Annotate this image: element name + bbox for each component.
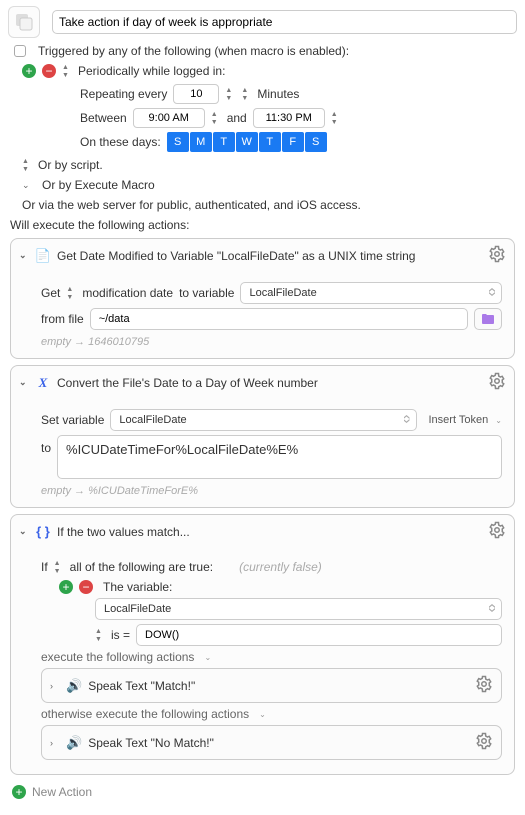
then-disclosure[interactable]: ⌄	[204, 653, 211, 662]
action-if-match: ⌄ { } If the two values match... If all …	[10, 514, 515, 775]
add-condition-button[interactable]: +	[59, 580, 73, 594]
will-execute-label: Will execute the following actions:	[10, 218, 517, 232]
else-disclosure[interactable]: ⌄	[259, 710, 266, 719]
from-file-label: from file	[41, 312, 84, 326]
day-tue[interactable]: T	[213, 132, 235, 152]
repeat-value-input[interactable]	[173, 84, 219, 104]
between-end-stepper[interactable]	[331, 109, 341, 127]
variable-select-2[interactable]: LocalFileDate	[110, 409, 416, 431]
execute-then-label: execute the following actions	[41, 650, 194, 664]
to-variable-label: to variable	[179, 286, 234, 300]
action-convert-date: ⌄ X Convert the File's Date to a Day of …	[10, 365, 515, 508]
action3-gear-button[interactable]	[488, 521, 506, 542]
remove-trigger-button[interactable]: −	[42, 64, 56, 78]
between-end-input[interactable]	[253, 108, 325, 128]
get-type-label: modification date	[82, 286, 173, 300]
macro-title-input[interactable]	[52, 10, 517, 34]
or-by-script-label: Or by script.	[38, 158, 103, 172]
trigger-mode-label: Periodically while logged in:	[78, 64, 225, 78]
enabled-label: Triggered by any of the following (when …	[38, 44, 349, 58]
or-by-execute-disclosure[interactable]: ⌄	[22, 180, 32, 191]
and-label: and	[227, 111, 247, 125]
repeat-value-stepper[interactable]	[225, 85, 235, 103]
add-trigger-button[interactable]: +	[22, 64, 36, 78]
compare-value-input[interactable]	[136, 624, 502, 646]
repeat-unit-label: Minutes	[257, 87, 299, 101]
day-sun[interactable]: S	[167, 132, 189, 152]
variable-x-icon: X	[35, 375, 51, 391]
or-by-script-stepper[interactable]	[22, 156, 32, 174]
day-thu[interactable]: T	[259, 132, 281, 152]
insert-token-link[interactable]: Insert Token ⌄	[429, 414, 503, 426]
remove-condition-button[interactable]: −	[79, 580, 93, 594]
day-sat[interactable]: S	[305, 132, 327, 152]
execute-else-label: otherwise execute the following actions	[41, 707, 249, 721]
action3-title: If the two values match...	[57, 525, 190, 539]
action2-title: Convert the File's Date to a Day of Week…	[57, 376, 318, 390]
between-start-input[interactable]	[133, 108, 205, 128]
if-any-all-stepper[interactable]	[54, 558, 64, 576]
set-var-label: Set variable	[41, 413, 104, 427]
currently-false-label: (currently false)	[239, 560, 322, 574]
macro-icon	[8, 6, 40, 38]
choose-file-button[interactable]	[474, 308, 502, 330]
speak-match-disclosure[interactable]: ›	[50, 681, 60, 691]
is-equal-label: is =	[111, 628, 130, 642]
speak-nomatch-disclosure[interactable]: ›	[50, 738, 60, 748]
get-type-stepper[interactable]	[66, 284, 76, 302]
days-selector[interactable]: S M T W T F S	[167, 132, 327, 152]
action1-hint: empty → 1646010795	[41, 336, 502, 348]
action1-gear-button[interactable]	[488, 245, 506, 266]
the-variable-label: The variable:	[103, 580, 172, 594]
file-path-input[interactable]	[90, 308, 468, 330]
sub-action-speak-nomatch: › 🔊 Speak Text "No Match!"	[41, 725, 502, 760]
speak-match-gear[interactable]	[475, 675, 493, 696]
day-fri[interactable]: F	[282, 132, 304, 152]
to-label: to	[41, 435, 51, 455]
action1-title: Get Date Modified to Variable "LocalFile…	[57, 249, 415, 263]
speaker-icon-2: 🔊	[66, 735, 82, 751]
day-mon[interactable]: M	[190, 132, 212, 152]
file-icon: 📄	[35, 248, 51, 264]
speaker-icon: 🔊	[66, 678, 82, 694]
new-action-label: New Action	[32, 785, 92, 799]
action1-disclosure[interactable]: ⌄	[19, 250, 29, 261]
get-label: Get	[41, 286, 60, 300]
if-label: If	[41, 560, 48, 574]
trigger-mode-stepper[interactable]	[62, 62, 72, 80]
braces-icon: { }	[35, 524, 51, 540]
condition-variable-select[interactable]: LocalFileDate	[95, 598, 502, 620]
or-via-web-label: Or via the web server for public, authen…	[22, 198, 517, 212]
sub-action-speak-match: › 🔊 Speak Text "Match!"	[41, 668, 502, 703]
expression-input[interactable]: %ICUDateTimeFor%LocalFileDate%E%	[57, 435, 502, 479]
action2-hint: empty → %ICUDateTimeForE%	[41, 485, 502, 497]
speak-match-label: Speak Text "Match!"	[88, 679, 195, 693]
comparison-stepper[interactable]	[95, 626, 105, 644]
day-wed[interactable]: W	[236, 132, 258, 152]
action2-gear-button[interactable]	[488, 372, 506, 393]
repeat-unit-stepper[interactable]	[241, 85, 251, 103]
action2-disclosure[interactable]: ⌄	[19, 377, 29, 388]
speak-nomatch-label: Speak Text "No Match!"	[88, 736, 214, 750]
action-get-date: ⌄ 📄 Get Date Modified to Variable "Local…	[10, 238, 515, 359]
between-label: Between	[80, 111, 127, 125]
or-by-execute-label: Or by Execute Macro	[42, 178, 155, 192]
repeating-label: Repeating every	[80, 87, 167, 101]
action3-disclosure[interactable]: ⌄	[19, 526, 29, 537]
speak-nomatch-gear[interactable]	[475, 732, 493, 753]
enabled-checkbox[interactable]	[14, 45, 26, 57]
all-of-label: all of the following are true:	[70, 560, 213, 574]
days-label: On these days:	[80, 135, 161, 149]
add-action-button[interactable]: +	[12, 785, 26, 799]
variable-select-1[interactable]: LocalFileDate	[240, 282, 502, 304]
between-start-stepper[interactable]	[211, 109, 221, 127]
